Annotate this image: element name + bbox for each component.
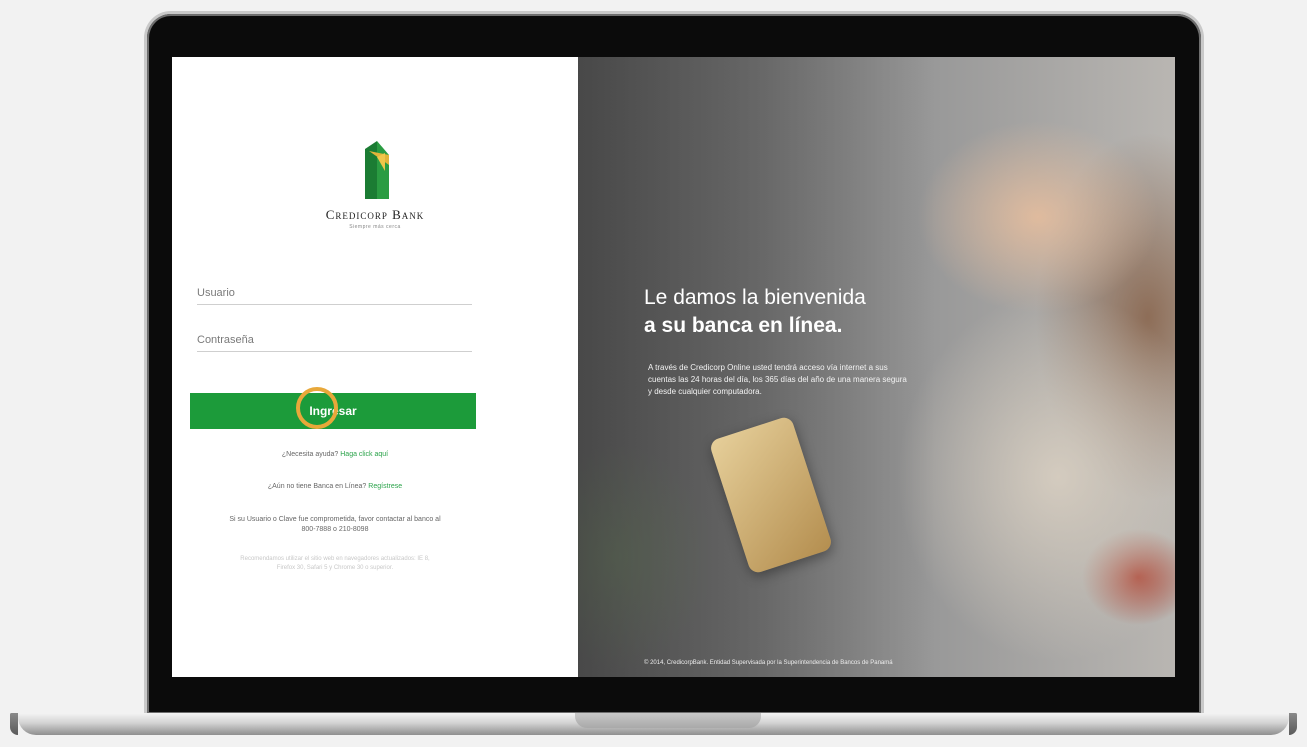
help-line: ¿Necesita ayuda? Haga click aquí [182,450,488,460]
hero-title-line-1: Le damos la bienvenida [644,286,866,309]
hero-title-line-2: a su banca en línea. [644,314,843,337]
password-input[interactable] [197,329,472,352]
hero-panel: Le damos la bienvenida a su banca en lín… [578,57,1175,677]
laptop-base-edge-left [10,713,18,735]
register-link[interactable]: Regístrese [368,483,402,490]
help-link[interactable]: Haga click aquí [340,451,388,458]
help-question: ¿Necesita ayuda? [281,451,339,458]
username-input[interactable] [197,282,472,305]
brand-name: Credicorp Bank [325,207,425,222]
hero-paragraph: A través de Credicorp Online usted tendr… [648,363,907,396]
browser-screen: Credicorp Bank Siempre más cerca Ingresa… [172,57,1175,677]
login-submit-button[interactable]: Ingresar [190,393,476,429]
compromise-notice: Si su Usuario o Clave fue comprometida, … [182,515,488,535]
disclaimer-line-1: Recomendamos utilizar el sitio web en na… [240,556,430,562]
laptop-base-edge-right [1289,713,1297,735]
disclaimer-line-2: Firefox 30, Safari 5 y Chrome 30 o super… [276,565,394,571]
compromise-phones: 800-7888 o 210-8098 [301,526,369,533]
register-question: ¿Aún no tiene Banca en Línea? [267,483,367,490]
brand-tagline: Siempre más cerca [349,224,401,230]
browser-disclaimer: Recomendamos utilizar el sitio web en na… [182,555,488,573]
brand-logo: Credicorp Bank Siempre más cerca [172,141,578,230]
credicorp-logo-icon [365,141,389,199]
register-line: ¿Aún no tiene Banca en Línea? Regístrese [182,482,488,492]
login-panel: Credicorp Bank Siempre más cerca Ingresa… [172,57,578,677]
footer-copyright: © 2014, CredicorpBank. Entidad Supervisa… [644,660,893,666]
laptop-base-notch [575,713,761,728]
compromise-text: Si su Usuario o Clave fue comprometida, … [229,516,441,523]
